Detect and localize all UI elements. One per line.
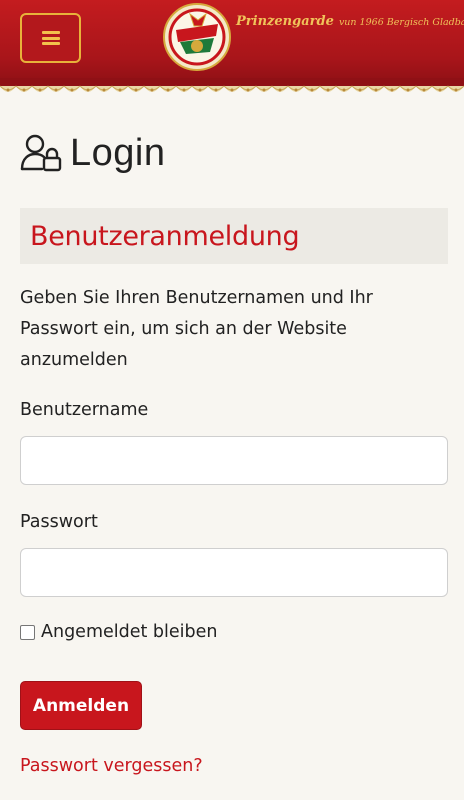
page-title: Login — [20, 130, 165, 176]
panel-heading-text: Benutzeranmeldung — [30, 220, 300, 252]
password-label: Passwort — [20, 512, 98, 532]
crest-logo[interactable] — [162, 2, 232, 72]
remember-checkbox[interactable] — [20, 624, 35, 640]
login-button[interactable]: Anmelden — [20, 681, 142, 730]
remember-label: Angemeldet bleiben — [41, 622, 218, 642]
forgot-password-link[interactable]: Passwort vergessen? — [20, 756, 203, 776]
lace-border — [0, 78, 464, 100]
page-title-text: Login — [70, 131, 166, 174]
username-input[interactable] — [20, 436, 448, 485]
menu-toggle-button[interactable] — [20, 13, 81, 63]
brand-subtitle: vun 1966 Bergisch Gladbach — [338, 17, 464, 28]
user-lock-icon — [20, 134, 62, 172]
brand-text[interactable]: Prinzengarde vun 1966 Bergisch Gladbach — [236, 10, 464, 29]
password-input[interactable] — [20, 548, 448, 597]
intro-text: Geben Sie Ihren Benutzernamen und Ihr Pa… — [20, 288, 373, 370]
site-header: Prinzengarde vun 1966 Bergisch Gladbach — [0, 0, 464, 100]
username-label: Benutzername — [20, 400, 149, 420]
panel-heading: Benutzeranmeldung — [20, 208, 448, 264]
brand-name: Prinzengarde — [236, 14, 334, 29]
remember-me[interactable]: Angemeldet bleiben — [20, 622, 217, 642]
hamburger-icon — [41, 31, 60, 45]
